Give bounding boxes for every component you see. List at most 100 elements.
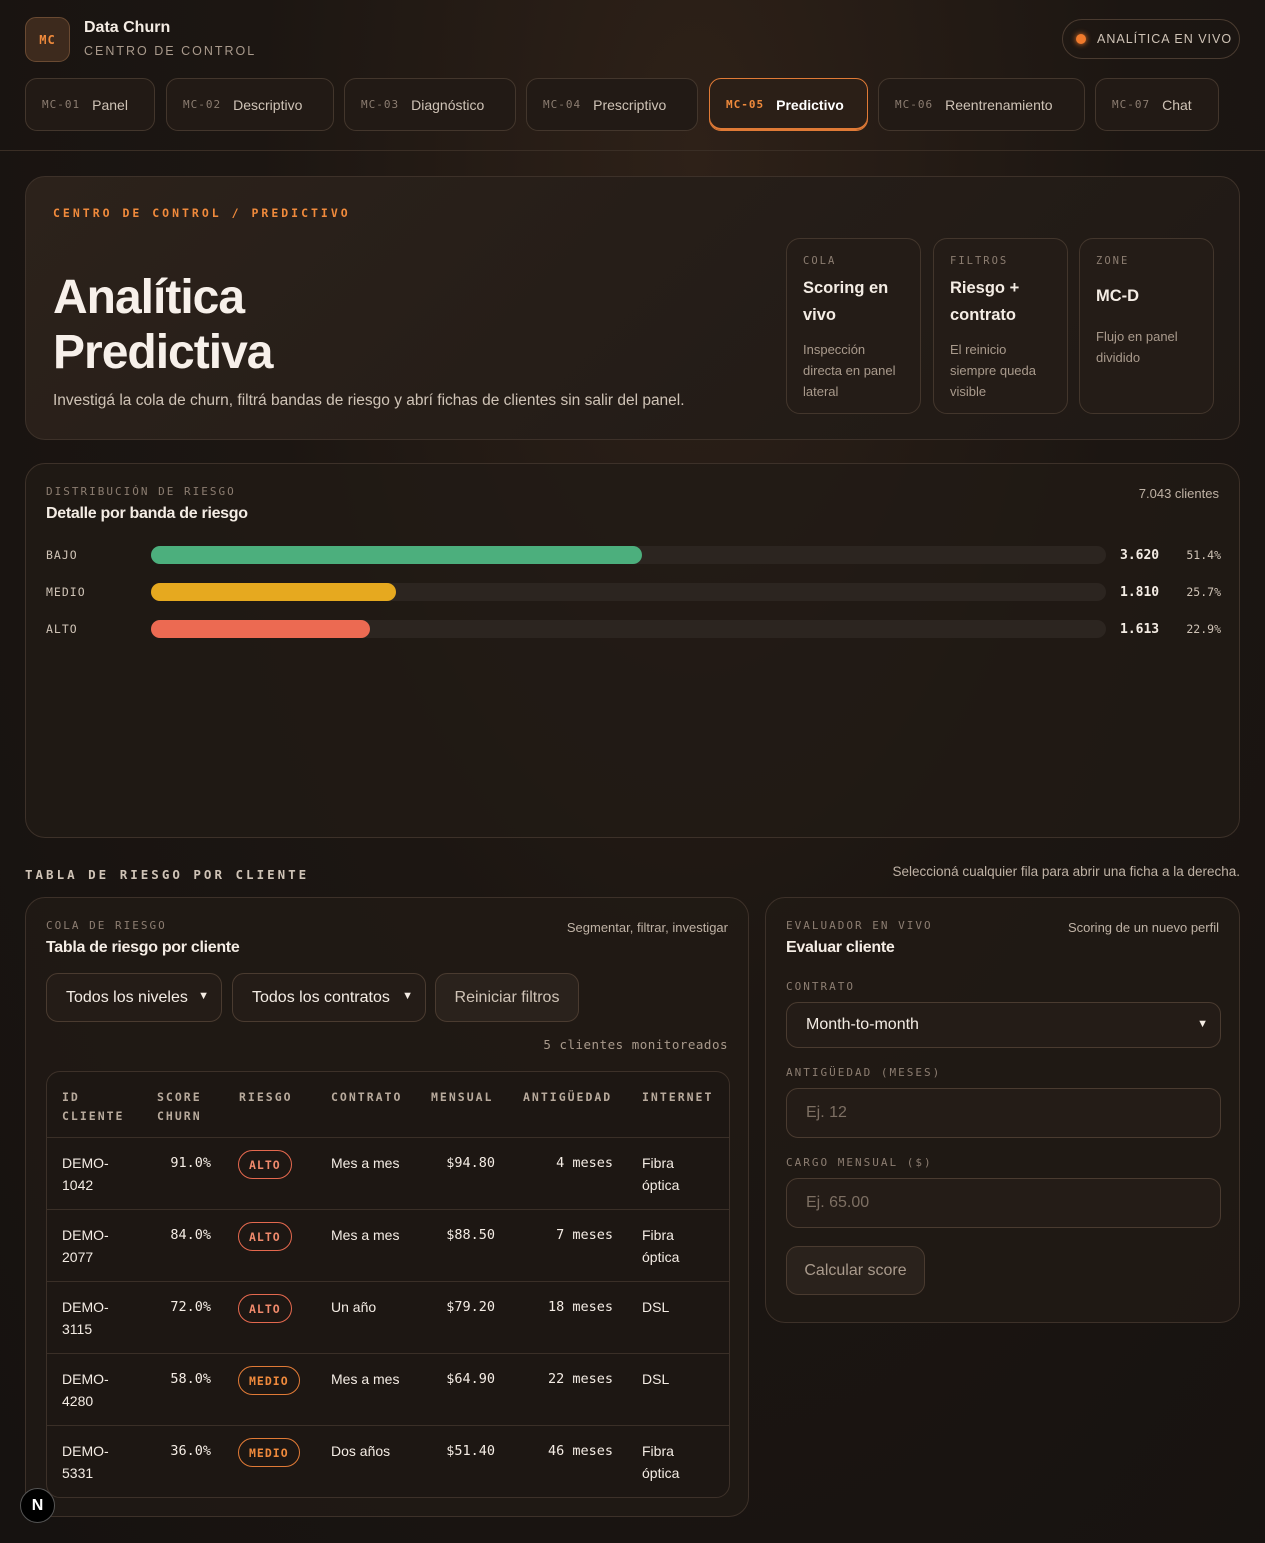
- chevron-down-icon: ▼: [402, 990, 413, 1002]
- chevron-down-icon: ▼: [1197, 1018, 1208, 1030]
- table-row[interactable]: DEMO-1042 91.0% ALTO Mes a mes $94.80 4 …: [47, 1137, 729, 1209]
- band-count: 1.810: [1120, 585, 1160, 600]
- table-row[interactable]: DEMO-4280 58.0% MEDIO Mes a mes $64.90 2…: [47, 1353, 729, 1425]
- cell-internet: Fibra óptica: [642, 1155, 680, 1193]
- select-value: Todos los contratos: [252, 988, 390, 1006]
- tab-predictivo[interactable]: MC-05 Predictivo: [709, 78, 868, 131]
- risk-queue-card: COLA DE RIESGO Tabla de riesgo por clien…: [25, 897, 749, 1517]
- monthly-charge-label: CARGO MENSUAL ($): [786, 1156, 933, 1169]
- column-header: CONTRATO: [331, 1090, 403, 1104]
- column-header: ID CLIENTE: [62, 1090, 125, 1123]
- tenure-label: ANTIGÜEDAD (MESES): [786, 1066, 942, 1079]
- info-card-value: Riesgo + contrato: [950, 279, 1020, 324]
- cell-tenure: 4 meses: [556, 1155, 613, 1171]
- risk-level-select[interactable]: Todos los niveles ▼: [46, 973, 222, 1022]
- tab-label: Descriptivo: [233, 96, 303, 113]
- cell-monthly: $51.40: [446, 1443, 495, 1459]
- column-header: ANTIGÜEDAD: [523, 1090, 613, 1104]
- cell-score: 91.0%: [170, 1155, 211, 1171]
- info-card-label: COLA: [803, 255, 837, 267]
- cell-contract: Mes a mes: [331, 1155, 400, 1171]
- section-label: DISTRIBUCIÓN DE RIESGO: [46, 485, 236, 498]
- cell-score: 84.0%: [170, 1227, 211, 1243]
- cell-score: 36.0%: [170, 1443, 211, 1459]
- band-percent: 51.4%: [1186, 548, 1221, 562]
- tab-descriptivo[interactable]: MC-02 Descriptivo: [166, 78, 334, 131]
- info-card-value: MC-D: [1096, 287, 1140, 305]
- monitored-count: 5 clientes monitoreados: [543, 1037, 728, 1052]
- cell-tenure: 22 meses: [547, 1371, 613, 1387]
- risk-band-row[interactable]: MEDIO 1.810 25.7%: [46, 582, 1221, 602]
- tenure-input[interactable]: Ej. 12: [786, 1088, 1221, 1138]
- tab-code: MC-05: [726, 98, 765, 111]
- page-description: Investigá la cola de churn, filtrá banda…: [53, 392, 685, 409]
- live-analytics-pill[interactable]: ANALÍTICA EN VIVO: [1062, 19, 1240, 59]
- column-header: RIESGO: [239, 1090, 293, 1104]
- contract-select[interactable]: Month-to-month ▼: [786, 1002, 1221, 1048]
- table-section-heading: TABLA DE RIESGO POR CLIENTE: [25, 867, 310, 882]
- table-row[interactable]: DEMO-5331 36.0% MEDIO Dos años $51.40 46…: [47, 1425, 729, 1497]
- risk-badge: ALTO: [238, 1294, 292, 1323]
- band-name: ALTO: [46, 622, 78, 636]
- info-card-text: El reinicio siempre queda visible: [950, 342, 1036, 399]
- cell-internet: Fibra óptica: [642, 1227, 680, 1265]
- section-title: Tabla de riesgo por cliente: [46, 939, 240, 956]
- contract-select[interactable]: Todos los contratos ▼: [232, 973, 426, 1022]
- tab-diagnostico[interactable]: MC-03 Diagnóstico: [344, 78, 516, 131]
- tab-code: MC-06: [895, 98, 934, 111]
- tab-code: MC-07: [1112, 98, 1151, 111]
- risk-badge: ALTO: [238, 1150, 292, 1179]
- tab-panel[interactable]: MC-01 Panel: [25, 78, 155, 131]
- tab-label: Reentrenamiento: [945, 96, 1053, 113]
- page-title: Analítica Predictiva: [53, 271, 273, 379]
- tab-code: MC-04: [543, 98, 582, 111]
- risk-band-row[interactable]: ALTO 1.613 22.9%: [46, 619, 1221, 639]
- hero-card: CENTRO DE CONTROL / PREDICTIVO Analítica…: [25, 176, 1240, 440]
- band-percent: 22.9%: [1186, 622, 1221, 636]
- tab-label: Chat: [1162, 96, 1192, 113]
- band-bar-medio: [151, 583, 397, 601]
- band-track: [151, 583, 1106, 601]
- live-evaluator-card: EVALUADOR EN VIVO Evaluar cliente Scorin…: [765, 897, 1240, 1323]
- cell-monthly: $64.90: [446, 1371, 495, 1387]
- cell-internet: DSL: [642, 1371, 670, 1387]
- tab-code: MC-01: [42, 98, 81, 111]
- tab-chat[interactable]: MC-07 Chat: [1095, 78, 1219, 131]
- cell-monthly: $88.50: [446, 1227, 495, 1243]
- contract-label: CONTRATO: [786, 980, 855, 993]
- band-percent: 25.7%: [1186, 585, 1221, 599]
- tab-code: MC-02: [183, 98, 222, 111]
- cell-monthly: $79.20: [446, 1299, 495, 1315]
- info-card-text: Inspección directa en panel lateral: [803, 342, 896, 399]
- table-row[interactable]: DEMO-3115 72.0% ALTO Un año $79.20 18 me…: [47, 1281, 729, 1353]
- cell-contract: Dos años: [331, 1443, 391, 1459]
- band-name: MEDIO: [46, 585, 86, 599]
- dev-tools-badge[interactable]: N: [20, 1488, 55, 1523]
- info-card-label: FILTROS: [950, 255, 1009, 267]
- risk-band-row[interactable]: BAJO 3.620 51.4%: [46, 545, 1221, 565]
- table-row[interactable]: DEMO-2077 84.0% ALTO Mes a mes $88.50 7 …: [47, 1209, 729, 1281]
- cell-monthly: $94.80: [446, 1155, 495, 1171]
- cell-contract: Un año: [331, 1299, 377, 1315]
- cell-id: DEMO-2077: [62, 1227, 109, 1265]
- calculate-score-button[interactable]: Calcular score: [786, 1246, 925, 1295]
- column-header: INTERNET: [642, 1090, 714, 1104]
- tab-label: Diagnóstico: [411, 96, 485, 113]
- info-card-filtros: FILTROS Riesgo + contrato El reinicio si…: [933, 238, 1068, 414]
- section-title: Evaluar cliente: [786, 939, 895, 956]
- brand-logo[interactable]: MC: [25, 17, 70, 62]
- monthly-charge-input[interactable]: Ej. 65.00: [786, 1178, 1221, 1228]
- cell-internet: DSL: [642, 1299, 670, 1315]
- info-card-label: ZONE: [1096, 255, 1130, 267]
- band-bar-alto: [151, 620, 370, 638]
- chevron-down-icon: ▼: [198, 990, 209, 1002]
- cell-id: DEMO-1042: [62, 1155, 109, 1193]
- reset-filters-button[interactable]: Reiniciar filtros: [435, 973, 579, 1022]
- band-track: [151, 546, 1106, 564]
- cell-id: DEMO-5331: [62, 1443, 109, 1481]
- tab-prescriptivo[interactable]: MC-04 Prescriptivo: [526, 78, 698, 131]
- select-value: Todos los niveles: [66, 988, 188, 1006]
- cell-score: 58.0%: [170, 1371, 211, 1387]
- cell-internet: Fibra óptica: [642, 1443, 680, 1481]
- tab-reentrenamiento[interactable]: MC-06 Reentrenamiento: [878, 78, 1085, 131]
